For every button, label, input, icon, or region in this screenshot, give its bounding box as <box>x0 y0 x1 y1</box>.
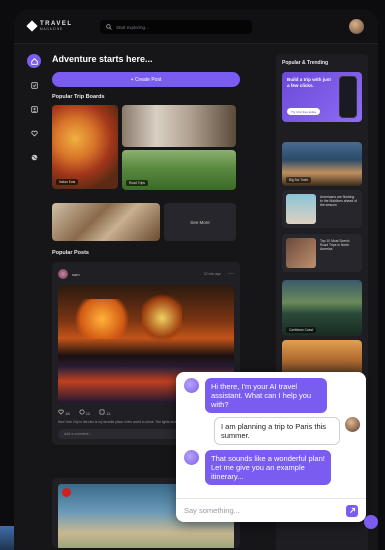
trending-title: Popular & Trending <box>282 60 329 66</box>
post-author-name[interactable]: sam <box>72 272 80 277</box>
share-button[interactable]: 11 <box>99 409 110 416</box>
popular-posts-title: Popular Posts <box>52 250 89 256</box>
logo-subtitle: MAGAZINE <box>40 27 64 31</box>
send-arrow-icon <box>349 507 355 513</box>
user-message-row: I am planning a trip to Paris this summe… <box>214 417 360 445</box>
trending-card-1[interactable]: Big Sur Trails <box>282 142 362 186</box>
checklist-nav-button[interactable] <box>27 78 41 92</box>
board-label: Road Trips <box>126 180 148 186</box>
home-nav-button[interactable] <box>27 54 41 68</box>
assistant-avatar <box>184 450 199 465</box>
chat-input-placeholder: Say something... <box>184 506 240 515</box>
user-avatar[interactable] <box>349 19 364 34</box>
board-card-tropical[interactable] <box>52 203 160 241</box>
bot-message: Hi there, I'm your AI travel assistant. … <box>205 378 327 413</box>
home-icon <box>30 57 38 65</box>
top-bar: TRAVEL MAGAZINE Start exploring... <box>14 10 378 44</box>
explore-nav-button[interactable] <box>27 150 41 164</box>
like-count: 18 <box>65 411 70 416</box>
trip-boards-grid: Italian Eats Road Trips See More <box>52 105 240 243</box>
post-timestamp: 32 min ago <box>203 272 221 276</box>
post-header: sam 32 min ago ··· <box>58 268 234 280</box>
trending-text: Top 10 Most Scenic Road Trips in North A… <box>320 239 350 252</box>
comment-icon <box>79 409 85 415</box>
post-author-avatar[interactable] <box>62 488 71 497</box>
logo[interactable]: TRAVEL MAGAZINE <box>26 20 73 32</box>
trending-thumb <box>286 194 316 224</box>
board-label: Italian Eats <box>56 179 79 185</box>
trending-label: Caribbean Coast <box>286 327 316 333</box>
bot-message: That sounds like a wonderful plan! Let m… <box>205 450 331 485</box>
chat-input-field[interactable]: Say something... <box>176 498 366 522</box>
checkbox-icon <box>30 81 38 89</box>
share-icon <box>99 409 105 415</box>
post-author-avatar[interactable] <box>58 269 68 279</box>
sidebar <box>24 54 44 174</box>
profile-card-icon <box>30 105 38 113</box>
board-card-pizza[interactable]: Italian Eats <box>52 105 118 189</box>
phone-mockup <box>339 76 357 118</box>
search-input[interactable]: Start exploring... <box>100 20 252 34</box>
trending-card-4[interactable]: Caribbean Coast <box>282 280 362 336</box>
create-post-button[interactable]: + Create Post <box>52 72 240 87</box>
user-chat-avatar <box>345 417 360 432</box>
promo-text: Build a trip with just a few clicks. <box>287 77 331 88</box>
search-icon <box>106 24 112 30</box>
like-button[interactable]: 18 <box>58 409 70 416</box>
billboard-glow-2 <box>142 293 182 343</box>
search-placeholder: Start exploring... <box>116 24 149 30</box>
trending-card-2[interactable]: Americans are flocking to the Maldives a… <box>282 190 362 228</box>
bot-message-row: Hi there, I'm your AI travel assistant. … <box>184 378 327 413</box>
chat-launcher-button[interactable] <box>364 515 378 529</box>
share-count: 11 <box>106 411 111 416</box>
comment-count: 12 <box>85 411 91 416</box>
trending-card-3[interactable]: Top 10 Most Scenic Road Trips in North A… <box>282 234 362 272</box>
profile-nav-button[interactable] <box>27 102 41 116</box>
heart-icon <box>30 130 38 137</box>
logo-diamond-icon <box>26 20 38 32</box>
billboard-glow <box>72 299 132 339</box>
more-options-icon[interactable]: ··· <box>228 271 234 277</box>
trending-thumb <box>286 238 316 268</box>
assistant-avatar <box>184 378 199 393</box>
send-button[interactable] <box>346 504 358 517</box>
heart-icon <box>58 409 64 415</box>
favorites-nav-button[interactable] <box>27 126 41 140</box>
comment-button[interactable]: 12 <box>79 409 91 416</box>
ai-assistant-chat: Hi there, I'm your AI travel assistant. … <box>176 372 366 522</box>
globe-icon <box>31 154 37 160</box>
board-card-park[interactable]: Road Trips <box>122 150 236 190</box>
board-card-interior[interactable] <box>122 105 236 147</box>
see-more-button[interactable]: See More <box>164 203 236 241</box>
promo-button[interactable]: Try it for free today <box>287 108 321 115</box>
trending-text: Americans are flocking to the Maldives a… <box>320 195 357 208</box>
bot-message-row: That sounds like a wonderful plan! Let m… <box>184 450 331 485</box>
user-message: I am planning a trip to Paris this summe… <box>214 417 340 445</box>
background-photo-edge <box>0 526 14 550</box>
trending-label: Big Sur Trails <box>286 177 311 183</box>
trip-boards-title: Popular Trip Boards <box>52 94 105 100</box>
page-title: Adventure starts here... <box>52 54 153 64</box>
promo-card[interactable]: Build a trip with just a few clicks. Try… <box>282 72 362 122</box>
